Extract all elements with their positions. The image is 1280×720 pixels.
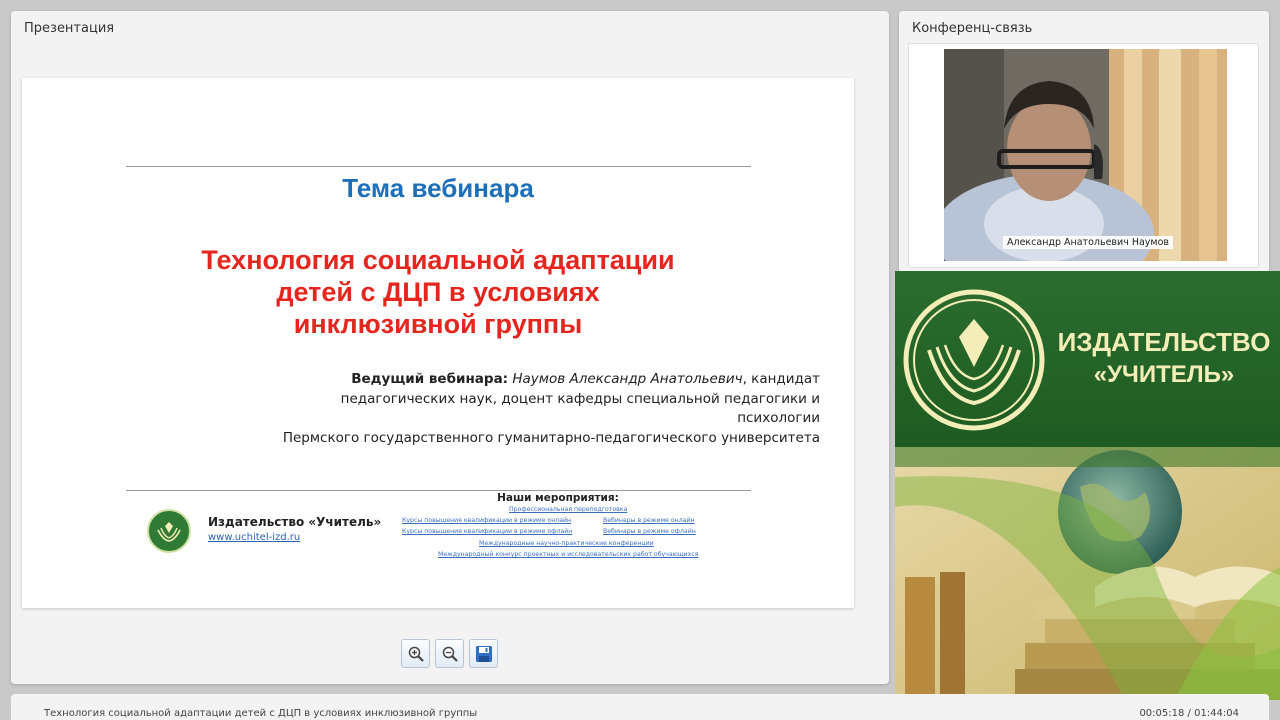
banner-books-image [895, 447, 1280, 700]
zoom-in-icon [408, 646, 424, 662]
events-title: Наши мероприятия: [497, 492, 619, 504]
presentation-panel: Презентация Тема вебинара Технология соц… [11, 11, 889, 684]
conference-panel-title: Конференц-связь [912, 21, 1033, 36]
slide-topic-line: Технология социальной адаптации [201, 245, 675, 275]
host-degree: , кандидат [742, 371, 820, 387]
zoom-out-icon [442, 646, 458, 662]
playback-time: 00:05:18 / 01:44:04 [1139, 708, 1239, 719]
host-position: педагогических наук, доцент кафедры спец… [340, 390, 820, 427]
participant-video[interactable]: Александр Анатольевич Наумов [944, 49, 1227, 261]
conference-panel: Конференц-связь Александр Анатольевич На… [899, 11, 1269, 273]
save-icon [476, 646, 492, 662]
host-name: Наумов Александр Анатольевич [512, 371, 743, 387]
zoom-in-button[interactable] [401, 639, 430, 668]
publisher-banner: ИЗДАТЕЛЬСТВО «УЧИТЕЛЬ» [895, 271, 1280, 700]
slide-divider-bottom [126, 490, 751, 491]
slide-topic-line: детей с ДЦП в условиях [276, 277, 600, 307]
publisher-url-link[interactable]: www.uchitel-izd.ru [208, 532, 300, 543]
slide-heading: Тема вебинара [342, 173, 534, 203]
event-link[interactable]: Профессиональная переподготовка [509, 506, 627, 513]
publisher-emblem-icon [903, 289, 1045, 431]
event-link[interactable]: Вебинары в режиме офлайн [603, 528, 696, 535]
banner-brand-area: ИЗДАТЕЛЬСТВО «УЧИТЕЛЬ» [895, 271, 1280, 447]
zoom-out-button[interactable] [435, 639, 464, 668]
presentation-slide: Тема вебинара Технология социальной адап… [22, 78, 854, 608]
publisher-name: Издательство «Учитель» [208, 515, 382, 529]
slide-divider-top [126, 166, 751, 167]
event-link[interactable]: Вебинары в режиме онлайн [603, 517, 695, 524]
footer-title: Технология социальной адаптации детей с … [44, 708, 478, 719]
participant-name-label: Александр Анатольевич Наумов [1003, 236, 1173, 249]
host-university: Пермского государственного гуманитарно-п… [282, 429, 820, 446]
event-link[interactable]: Международные научно-практические конфер… [479, 540, 654, 547]
host-label: Ведущий вебинара: [351, 371, 509, 387]
presentation-panel-title: Презентация [24, 21, 115, 36]
banner-brand-line2: «УЧИТЕЛЬ» [1093, 361, 1235, 388]
publisher-logo-icon [147, 509, 191, 553]
slide-host-info: Ведущий вебинара: Наумов Александр Анато… [262, 370, 820, 448]
save-button[interactable] [469, 639, 498, 668]
footer-bar: Технология социальной адаптации детей с … [11, 694, 1269, 720]
banner-brand-line1: ИЗДАТЕЛЬСТВО [1057, 327, 1271, 357]
slide-topic-title: Технология социальной адаптации детей с … [22, 244, 854, 340]
event-link[interactable]: Международный конкурс проектных и исслед… [438, 551, 698, 558]
event-link[interactable]: Курсы повышения квалификации в режиме оф… [402, 528, 572, 535]
event-link[interactable]: Курсы повышения квалификации в режиме он… [402, 517, 571, 524]
slide-topic-line: инклюзивной группы [293, 309, 583, 339]
